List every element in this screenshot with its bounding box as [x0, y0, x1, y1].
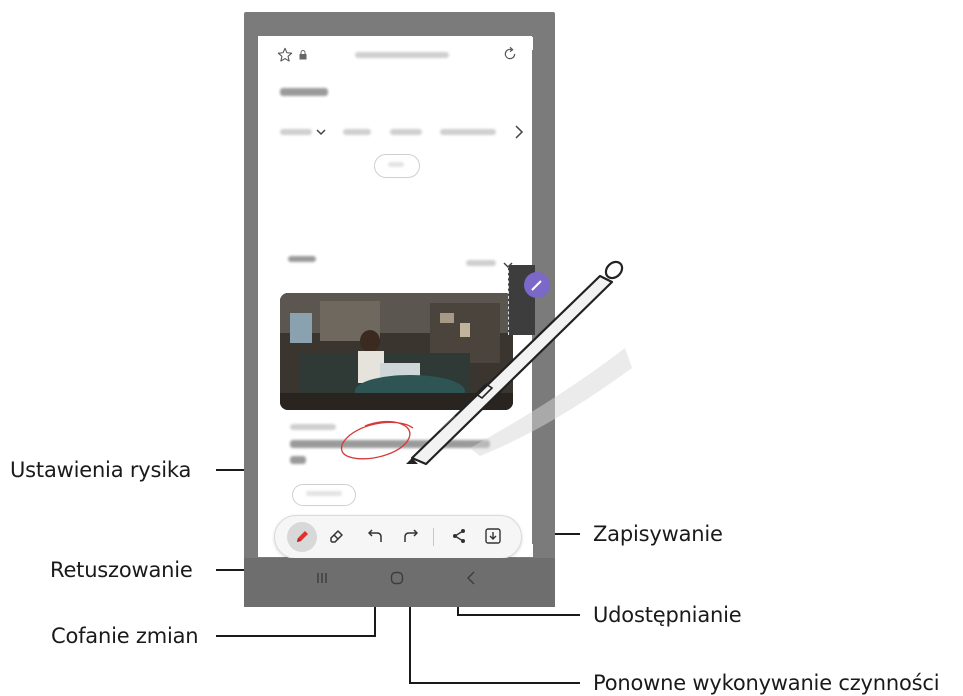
redo-arrow-icon: [404, 529, 418, 542]
eraser-button[interactable]: [325, 524, 349, 548]
callout-eraser: Retuszowanie: [50, 558, 193, 582]
pen-icon: [297, 531, 308, 542]
save-button[interactable]: [481, 524, 505, 548]
redo-button[interactable]: [398, 524, 422, 548]
callout-share: Udostępnianie: [593, 603, 742, 627]
home-icon[interactable]: [390, 571, 404, 585]
star-outline-icon[interactable]: [277, 47, 293, 63]
crop-corner-tl[interactable]: [259, 37, 272, 50]
callout-save: Zapisywanie: [593, 522, 723, 546]
pen-settings-button[interactable]: [287, 522, 317, 552]
recent-apps-icon[interactable]: [316, 572, 328, 584]
tag-label-blurred: [306, 491, 342, 496]
callout-redo: Ponowne wykonywanie czynności: [593, 671, 940, 695]
drawing-toolbar: [274, 515, 522, 559]
filter-chip-blurred[interactable]: [390, 129, 422, 135]
undo-arrow-icon: [368, 529, 382, 542]
crop-corner-bl[interactable]: [259, 544, 272, 557]
crop-corner-tr[interactable]: [520, 37, 533, 50]
reload-icon[interactable]: [502, 46, 518, 62]
share-icon: [453, 529, 465, 543]
filter-chip-blurred[interactable]: [343, 129, 371, 135]
chevron-right-icon[interactable]: [514, 125, 524, 139]
undo-button[interactable]: [364, 524, 388, 548]
s-pen-stylus: [406, 260, 632, 466]
filter-chip-blurred[interactable]: [440, 129, 496, 135]
back-icon[interactable]: [466, 571, 476, 585]
url-text-blurred[interactable]: [355, 52, 449, 58]
page-heading-blurred: [280, 88, 328, 96]
pill-label-blurred: [388, 162, 404, 167]
toolbar-divider: [433, 528, 434, 546]
section-label-blurred: [288, 256, 316, 262]
eraser-icon: [330, 530, 343, 543]
article-title-line2-blurred[interactable]: [290, 456, 306, 464]
lock-icon: [299, 50, 307, 60]
chevron-down-icon[interactable]: [316, 127, 326, 137]
share-button[interactable]: [447, 524, 471, 548]
download-icon: [485, 528, 501, 544]
crop-corner-br[interactable]: [520, 544, 533, 557]
filter-chip-blurred[interactable]: [280, 129, 312, 135]
article-meta-blurred: [290, 424, 336, 430]
callout-undo: Cofanie zmian: [51, 624, 199, 648]
callout-pen-settings: Ustawienia rysika: [10, 458, 192, 482]
